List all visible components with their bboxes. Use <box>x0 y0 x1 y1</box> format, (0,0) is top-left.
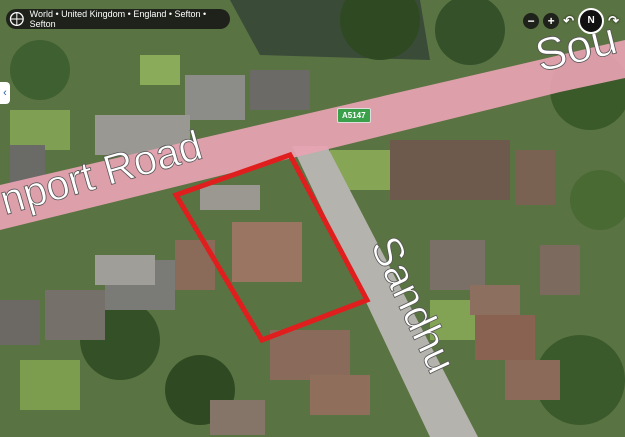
compass-button[interactable]: N <box>578 8 605 34</box>
zoom-in-button[interactable]: + <box>543 13 560 29</box>
map-controls: − + ↶ N ↷ <box>523 8 619 34</box>
breadcrumb-text[interactable]: World • United Kingdom • England • Sefto… <box>30 9 230 29</box>
side-road-label: Sandhu <box>362 229 466 380</box>
breadcrumb[interactable]: World • United Kingdom • England • Sefto… <box>6 9 230 29</box>
rotate-right-icon[interactable]: ↷ <box>608 13 619 29</box>
route-shield: A5147 <box>337 108 371 123</box>
globe-icon[interactable] <box>9 11 25 27</box>
chevron-left-icon[interactable]: ‹ <box>0 82 10 104</box>
main-road-label: nport Road <box>0 121 207 223</box>
rotate-left-icon[interactable]: ↶ <box>563 13 574 29</box>
aerial-map[interactable]: nport Road Sou Sandhu A5147 World • Unit… <box>0 0 625 437</box>
zoom-out-button[interactable]: − <box>523 13 540 29</box>
